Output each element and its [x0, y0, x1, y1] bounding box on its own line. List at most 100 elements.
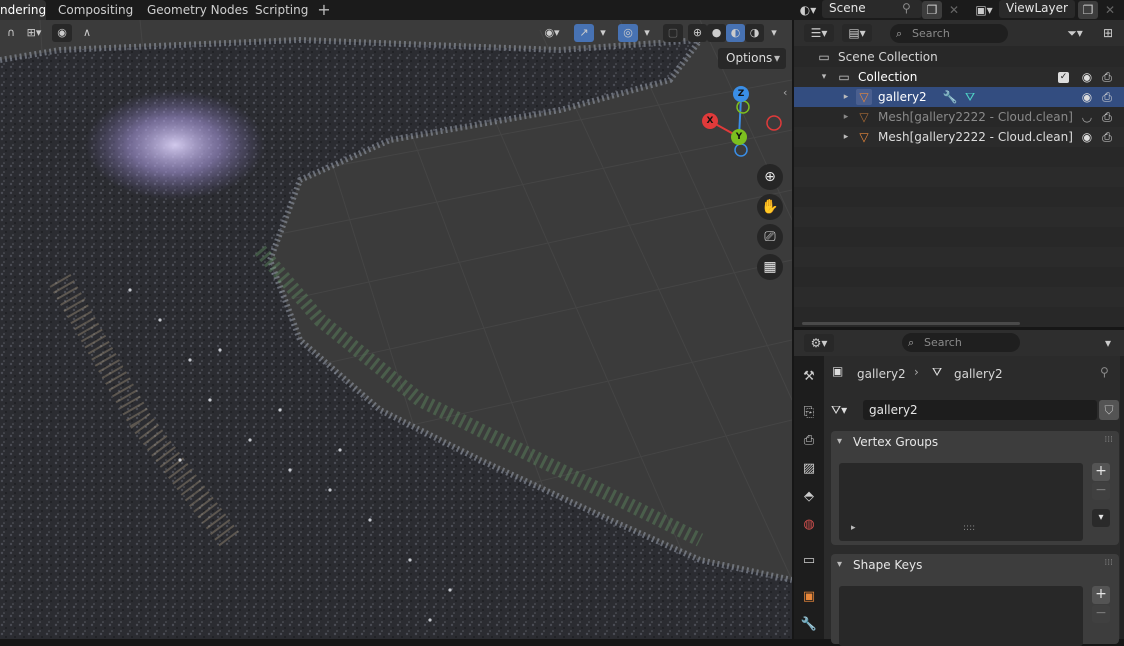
filter-icon: ⏷▾ — [1067, 26, 1083, 40]
view-layer-selector-button[interactable]: ▣▾ — [970, 1, 998, 19]
view-layer-tab[interactable]: ▨ — [799, 458, 819, 480]
properties-options-dropdown[interactable]: ▾ — [1098, 334, 1118, 352]
scene-name-field[interactable]: Scene ⚲ — [822, 0, 922, 18]
collection-row[interactable]: ▾ ▭ Collection ✓ ◉ ⎙ — [794, 67, 1124, 87]
gizmo-z-axis[interactable]: Z — [733, 86, 749, 102]
solid-shading-button[interactable]: ● — [707, 24, 726, 42]
new-collection-button[interactable]: ⊞ — [1098, 24, 1118, 42]
visibility-dropdown[interactable]: ◉▾ — [536, 24, 568, 42]
gizmo-toggle[interactable]: ↗ — [574, 24, 594, 42]
xray-toggle[interactable]: ▢ — [663, 24, 683, 42]
pan-button[interactable]: ✋ — [757, 194, 783, 220]
gizmo-dropdown[interactable]: ▾ — [595, 24, 611, 42]
vertex-groups-header[interactable]: ▾ Vertex Groups ⁞⁞⁞ — [831, 431, 1119, 453]
view-layer-name-field[interactable]: ViewLayer — [999, 0, 1075, 18]
outliner-search-input[interactable]: ⌕ Search — [890, 24, 1008, 43]
eye-icon[interactable]: ◉ — [1079, 69, 1095, 85]
horizontal-scrollbar[interactable] — [802, 322, 1020, 325]
properties-scrollbar[interactable] — [1120, 356, 1124, 639]
delete-scene-button[interactable]: ✕ — [944, 1, 964, 19]
scene-tab[interactable]: ⬘ — [799, 486, 819, 508]
outliner-item-label: gallery2 — [878, 90, 927, 104]
new-view-layer-button[interactable]: ❐ — [1078, 1, 1098, 19]
tab-scripting[interactable]: Scripting — [249, 0, 314, 20]
drag-handle-icon[interactable]: ⁞⁞⁞ — [1104, 552, 1113, 574]
add-vertex-group-button[interactable]: + — [1092, 463, 1110, 481]
render-tab[interactable]: ⎘ — [799, 402, 819, 424]
outliner-item-gallery2[interactable]: ▸ ▽ gallery2 🔧 ⛛ ◉ ⎙ — [794, 87, 1124, 107]
pin-icon[interactable]: ⚲ — [902, 1, 911, 15]
collection-tab[interactable]: ▭ — [799, 550, 819, 572]
properties-search-input[interactable]: ⌕ Search — [902, 333, 1020, 352]
world-tab[interactable]: ◍ — [799, 514, 819, 536]
pin-icon[interactable]: ⚲ — [1100, 365, 1109, 379]
camera-icon[interactable]: ⎙ — [1099, 109, 1115, 125]
snap-toggle[interactable]: ∩ — [0, 24, 22, 42]
perspective-toggle-button[interactable]: ▦ — [757, 254, 783, 280]
display-mode-button[interactable]: ▤▾ — [842, 24, 872, 42]
gizmo-y-axis[interactable]: Y — [731, 129, 747, 145]
mesh-name-field[interactable]: gallery2 — [863, 400, 1097, 420]
gizmo-x-axis[interactable]: X — [702, 113, 718, 129]
camera-icon[interactable]: ⎙ — [1099, 129, 1115, 145]
snap-target-dropdown[interactable]: ⊞▾ — [22, 24, 46, 42]
eye-closed-icon[interactable]: ◡ — [1079, 109, 1095, 125]
3d-viewport[interactable]: ∩ ⊞▾ ◉ ∧ ◉▾ ↗ ▾ ◎ ▾ ▢ ⊕ ● ◐ ◑ ▾ Options … — [0, 20, 792, 639]
fake-user-button[interactable]: ⛉ — [1099, 400, 1119, 420]
wrench-icon[interactable]: 🔧 — [942, 89, 958, 105]
remove-shape-key-button[interactable]: − — [1092, 605, 1110, 623]
chevron-right-icon[interactable]: ▸ — [838, 89, 854, 105]
shape-keys-header[interactable]: ▾ Shape Keys ⁞⁞⁞ — [831, 554, 1119, 576]
exclude-checkbox[interactable]: ✓ — [1058, 72, 1069, 83]
outliner-item-mesh-hidden[interactable]: ▸ ▽ Mesh[gallery2222 - Cloud.clean] ◡ ⎙ — [794, 107, 1124, 127]
output-tab[interactable]: ⎙ — [799, 430, 819, 452]
falloff-dropdown[interactable]: ∧ — [73, 24, 101, 42]
wireframe-shading-button[interactable]: ⊕ — [688, 24, 707, 42]
outliner-icon: ☰▾ — [810, 26, 828, 40]
add-workspace-button[interactable]: + — [316, 1, 332, 19]
empty-row — [794, 267, 1124, 287]
object-tab[interactable]: ▣ — [799, 586, 819, 608]
tab-compositing[interactable]: Compositing — [52, 0, 139, 20]
eye-icon[interactable]: ◉ — [1079, 89, 1095, 105]
editor-type-button[interactable]: ☰▾ — [804, 24, 834, 42]
vertex-groups-list[interactable]: ▸ :::: — [839, 463, 1083, 541]
overlays-dropdown[interactable]: ▾ — [639, 24, 655, 42]
list-resize-handle[interactable]: :::: — [963, 523, 975, 533]
new-scene-button[interactable]: ❐ — [922, 1, 942, 19]
scene-collection-row[interactable]: ▭ Scene Collection — [794, 47, 1124, 67]
filter-button[interactable]: ⏷▾ — [1060, 24, 1090, 42]
outliner-item-mesh[interactable]: ▸ ▽ Mesh[gallery2222 - Cloud.clean] ◉ ⎙ — [794, 127, 1124, 147]
camera-icon[interactable]: ⎙ — [1099, 69, 1115, 85]
chevron-down-icon[interactable]: ▾ — [816, 69, 832, 85]
mesh-data-icon[interactable]: ⛛ — [962, 89, 978, 105]
add-shape-key-button[interactable]: + — [1092, 586, 1110, 604]
vertex-group-specials-button[interactable]: ▾ — [1092, 509, 1110, 527]
shape-keys-list[interactable] — [839, 586, 1083, 646]
drag-handle-icon[interactable]: ⁞⁞⁞ — [1104, 429, 1113, 451]
tab-geometry-nodes[interactable]: Geometry Nodes — [141, 0, 254, 20]
tab-rendering[interactable]: ndering — [0, 0, 46, 20]
camera-view-button[interactable]: ⎚ — [757, 224, 783, 250]
scene-selector-button[interactable]: ◐▾ — [795, 1, 821, 19]
rendered-shading-button[interactable]: ◑ — [745, 24, 764, 42]
proportional-edit-toggle[interactable]: ◉ — [52, 24, 72, 42]
navigation-gizmo[interactable]: Z X Y — [700, 84, 790, 164]
camera-icon[interactable]: ⎙ — [1099, 89, 1115, 105]
tool-tab[interactable]: ⚒ — [799, 366, 819, 388]
eye-icon[interactable]: ◉ — [1079, 129, 1095, 145]
remove-vertex-group-button[interactable]: − — [1092, 482, 1110, 500]
material-preview-button[interactable]: ◐ — [726, 24, 745, 42]
shading-dropdown[interactable]: ▾ — [765, 24, 783, 42]
overlays-toggle[interactable]: ◎ — [618, 24, 638, 42]
chevron-right-icon[interactable]: ▸ — [838, 129, 854, 145]
editor-type-button[interactable]: ⚙▾ — [804, 334, 834, 352]
options-dropdown[interactable]: Options ▾ — [718, 48, 786, 69]
modifier-tab[interactable]: 🔧 — [799, 614, 819, 636]
view-layer-name: ViewLayer — [1006, 1, 1068, 15]
delete-view-layer-button[interactable]: ✕ — [1100, 1, 1120, 19]
chevron-right-icon[interactable]: ▸ — [838, 109, 854, 125]
mesh-browse-button[interactable]: ⛛▾ — [831, 400, 861, 420]
zoom-button[interactable]: ⊕ — [757, 164, 783, 190]
chevron-right-icon[interactable]: ▸ — [851, 523, 856, 533]
